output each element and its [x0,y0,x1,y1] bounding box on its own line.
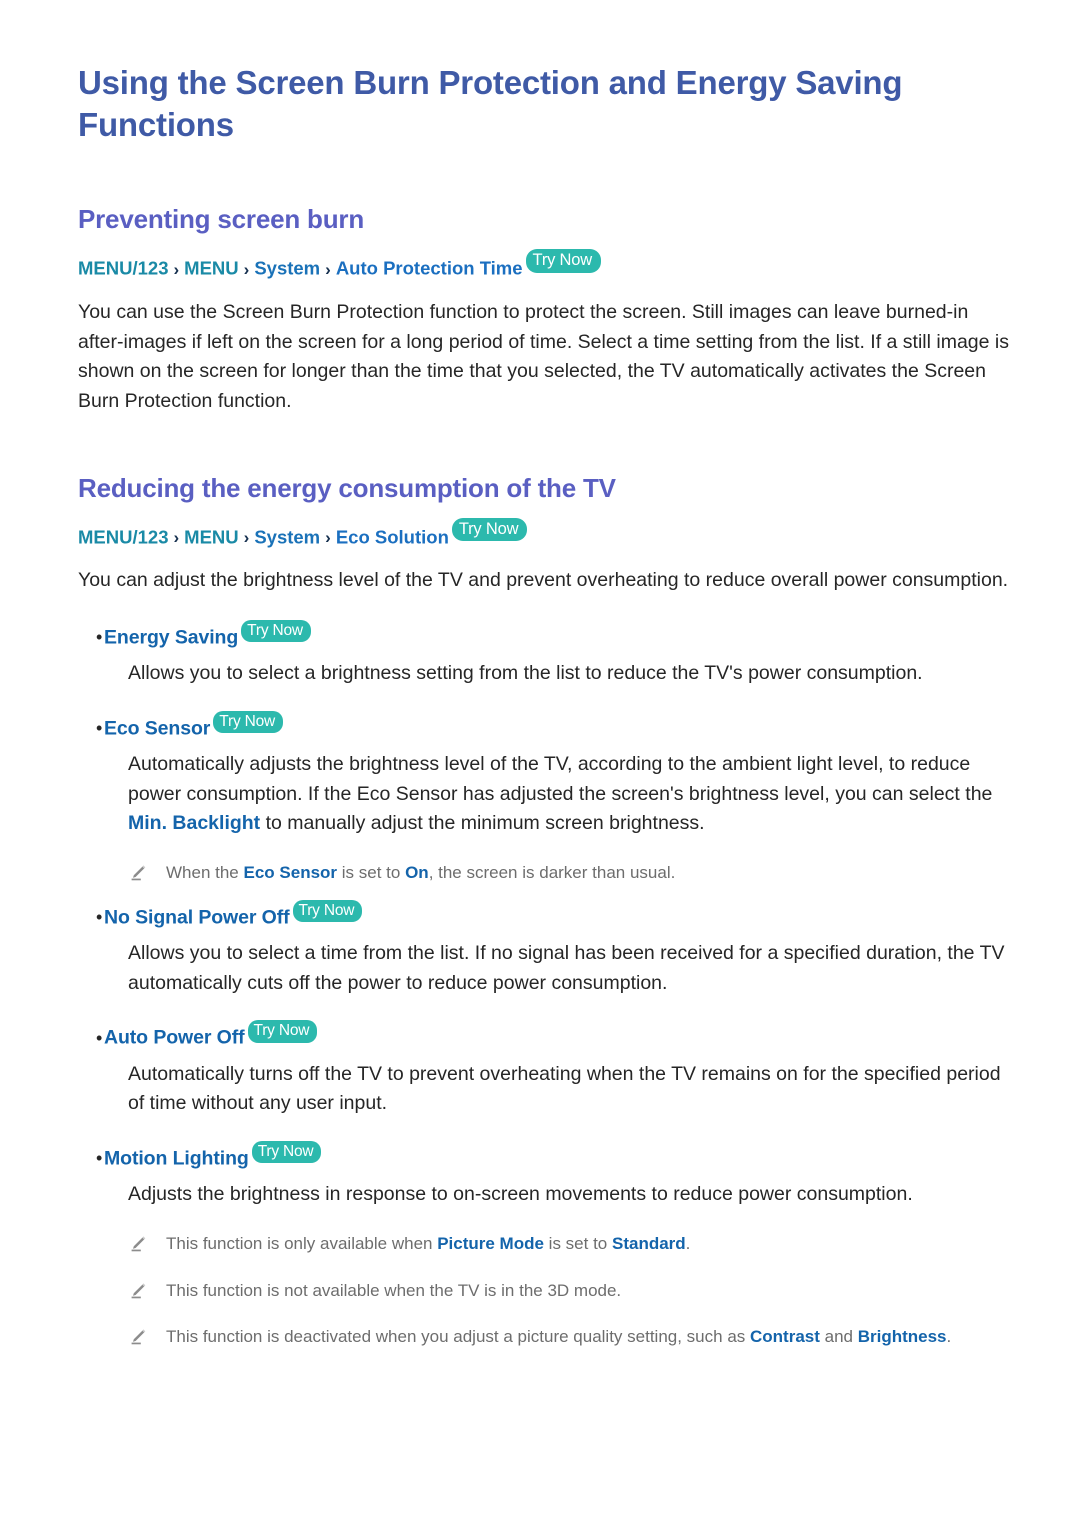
bullet-dot-icon: • [96,907,103,928]
breadcrumb-item-menu[interactable]: MENU [184,258,238,279]
section-reducing-energy-consumption: Reducing the energy consumption of the T… [78,473,1018,1350]
note-highlight-brightness: Brightness [857,1327,947,1347]
inline-highlight-min-backlight: Min. Backlight [128,812,261,835]
breadcrumb-separator-icon: › [325,528,331,548]
breadcrumb-item-menu123[interactable]: MENU/123 [78,258,168,279]
description-text-before: Automatically adjusts the brightness lev… [128,753,993,805]
breadcrumb-item-eco-solution[interactable]: Eco Solution [336,526,449,547]
bullet-heading-row: • Energy Saving Try Now [78,619,1018,649]
bullet-heading-row: • Auto Power Off Try Now [78,1020,1018,1049]
try-now-badge[interactable]: Try Now [251,1140,322,1164]
list-item: • No Signal Power Off Try Now Allows you … [78,899,1018,999]
note-part-middle: and [819,1327,858,1347]
note-row: This function is only available when Pic… [128,1232,1018,1257]
page-title: Using the Screen Burn Protection and Ene… [78,64,903,144]
note-row: This function is deactivated when you ad… [128,1325,1018,1350]
pencil-icon [128,861,166,883]
breadcrumb: MENU/123 › MENU › System › Auto Protection Tim… [78,249,1018,282]
bullet-dot-icon: • [96,627,103,648]
bullet-label: Motion Lighting [104,1147,249,1170]
note-row: This function is not available when the … [128,1279,1018,1304]
section-paragraph: You can use the Screen Burn Protection f… [78,301,1009,412]
breadcrumb-item-auto-protection-time[interactable]: Auto Protection Time [336,258,523,279]
document-page: Using the Screen Burn Protection and Ene… [0,0,1080,1350]
bullet-description: Automatically adjusts the brightness lev… [128,750,1018,839]
list-item: • Eco Sensor Try Now Automatically adjust… [78,710,1018,886]
bullet-heading-row: • Motion Lighting Try Now [78,1140,1018,1170]
note-part-after: . [946,1327,952,1347]
note-text: This function is deactivated when you ad… [166,1325,951,1350]
try-now-badge[interactable]: Try Now [525,249,601,274]
breadcrumb-item-menu123[interactable]: MENU/123 [78,526,168,547]
breadcrumb: MENU/123 › MENU › System › Eco Solution Try Now [78,517,1018,551]
try-now-badge[interactable]: Try Now [451,517,528,542]
pencil-icon [128,1232,166,1254]
note-text: This function is only available when Pic… [166,1232,690,1257]
breadcrumb-item-system[interactable]: System [254,526,320,547]
breadcrumb-separator-icon: › [173,260,180,280]
bullet-description: Automatically turns off the TV to preven… [128,1062,1001,1115]
section-preventing-screen-burn: Preventing screen burn MENU/123 › MENU › Sys… [78,204,1018,416]
note-text: This function is not available when the … [166,1279,621,1304]
try-now-badge[interactable]: Try Now [213,710,284,734]
bullet-description: Allows you to select a brightness settin… [128,662,923,685]
note-highlight-on: On [405,863,429,883]
note-part-before: This function is deactivated when you ad… [166,1327,750,1347]
breadcrumb-separator-icon: › [243,260,250,280]
try-now-badge[interactable]: Try Now [241,619,311,643]
pencil-icon [128,1325,166,1347]
breadcrumb-separator-icon: › [325,260,331,280]
breadcrumb-separator-icon: › [173,528,180,548]
try-now-badge[interactable]: Try Now [247,1020,318,1043]
note-highlight-eco-sensor: Eco Sensor [243,863,338,883]
note-highlight-contrast: Contrast [750,1327,820,1347]
settings-list: • Energy Saving Try Now Allows you to sel… [78,619,1018,1210]
list-item: • Motion Lighting Try Now Adjusts the bri… [78,1140,1018,1210]
bullet-heading-row: • Eco Sensor Try Now [78,710,1018,740]
list-item: • Energy Saving Try Now Allows you to sel… [78,619,1018,689]
note-part-before: When the [166,863,244,883]
bullet-dot-icon: • [96,1027,103,1048]
breadcrumb-item-system[interactable]: System [254,258,320,279]
note-highlight-picture-mode: Picture Mode [437,1233,544,1253]
bullet-heading-row: • No Signal Power Off Try Now [78,899,1018,929]
try-now-badge[interactable]: Try Now [292,899,363,923]
bullet-label: Auto Power Off [104,1026,245,1049]
bullet-description: Allows you to select a time from the lis… [128,942,1005,994]
note-row: When the Eco Sensor is set to On, the sc… [128,861,1018,886]
note-text: When the Eco Sensor is set to On, the sc… [166,861,675,886]
breadcrumb-item-menu[interactable]: MENU [184,526,238,547]
bullet-dot-icon: • [96,718,103,739]
footer-notes: This function is only available when Pic… [78,1232,1018,1350]
pencil-icon [128,1279,166,1301]
section-heading: Preventing screen burn [78,204,365,235]
section-heading: Reducing the energy consumption of the T… [78,472,616,503]
note-part-after: . [685,1233,691,1253]
breadcrumb-separator-icon: › [243,528,250,548]
note-part-middle: is set to [543,1233,612,1253]
bullet-label: No Signal Power Off [104,906,290,929]
list-item: • Auto Power Off Try Now Automatically tu… [78,1020,1018,1119]
bullet-dot-icon: • [96,1148,103,1169]
description-text-after: to manually adjust the minimum screen br… [260,812,705,835]
note-part-before: This function is only available when [166,1233,438,1253]
bullet-label: Energy Saving [104,626,239,649]
bullet-label: Eco Sensor [104,717,211,740]
note-part-before: This function is not available when the … [166,1280,622,1300]
note-part-middle: is set to [337,863,406,883]
note-highlight-standard: Standard [611,1233,686,1253]
bullet-description: Adjusts the brightness in response to on… [128,1183,913,1206]
note-part-after: , the screen is darker than usual. [428,863,676,883]
section-paragraph: You can adjust the brightness level of t… [78,569,1009,592]
